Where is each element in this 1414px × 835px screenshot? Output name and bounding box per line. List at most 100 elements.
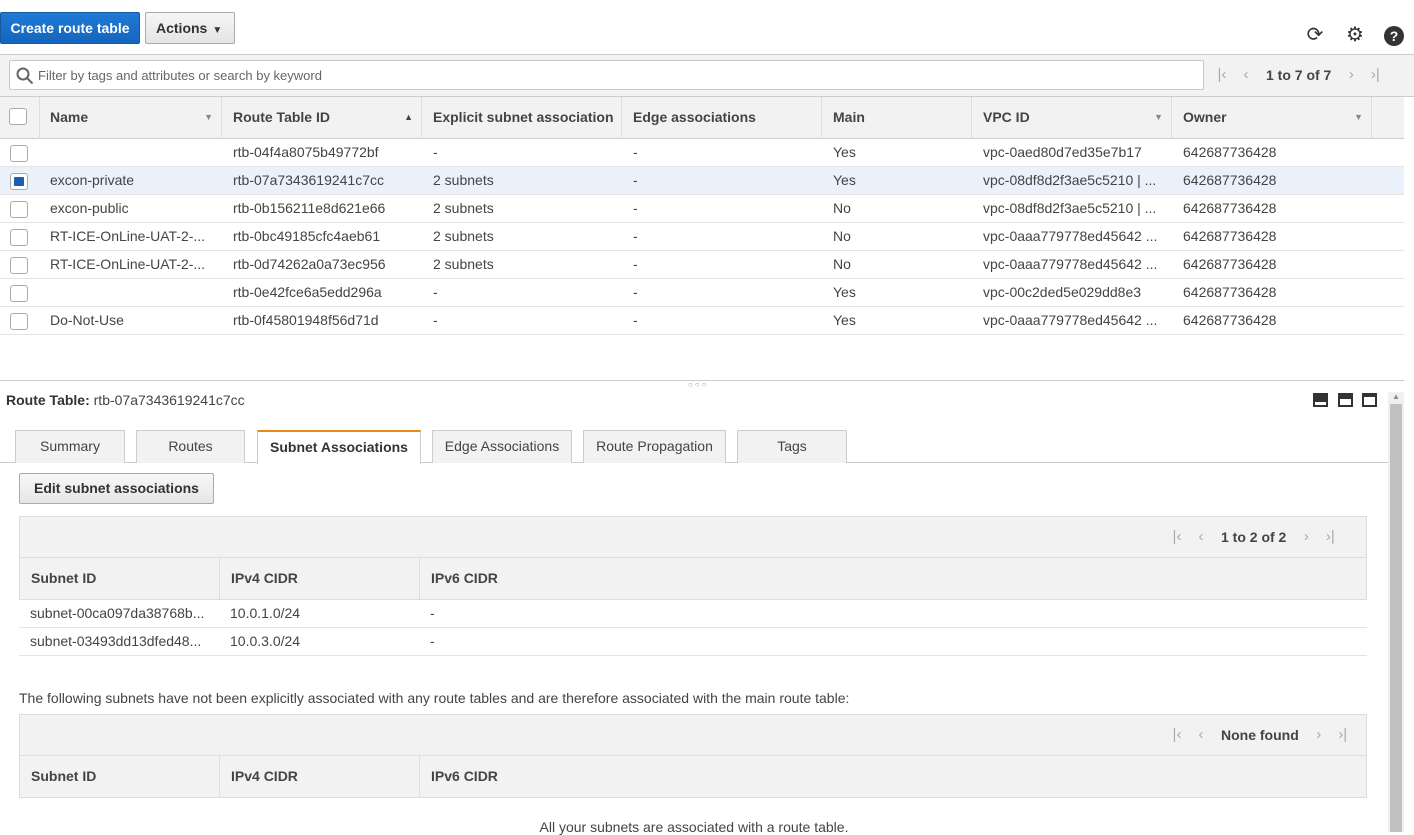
cell-subnets: - xyxy=(433,284,438,300)
panel-half-icon[interactable] xyxy=(1338,393,1353,407)
cell-name: excon-private xyxy=(50,172,135,188)
last-page-icon[interactable]: ›| xyxy=(1363,66,1387,83)
cell-vpc[interactable]: vpc-0aaa779778ed45642 ... xyxy=(973,223,1172,251)
implicit-subnets-table: |‹ ‹ None found › ›| Subnet ID IPv4 CIDR… xyxy=(19,714,1367,798)
cell-vpc[interactable]: vpc-0aaa779778ed45642 ... xyxy=(973,251,1172,279)
edit-subnet-associations-button[interactable]: Edit subnet associations xyxy=(19,473,214,504)
next-page-icon[interactable]: › xyxy=(1339,66,1363,83)
detail-scrollbar[interactable]: ▲ xyxy=(1388,392,1404,832)
drag-handle-icon[interactable]: ○○○ xyxy=(688,380,709,389)
panel-minimize-icon[interactable] xyxy=(1313,393,1328,407)
table-row[interactable]: RT-ICE-OnLine-UAT-2-... rtb-0d74262a0a73e… xyxy=(0,251,1404,279)
search-input[interactable] xyxy=(38,61,1198,89)
row-checkbox[interactable] xyxy=(10,229,28,246)
help-icon[interactable]: ? xyxy=(1384,26,1404,46)
row-checkbox[interactable] xyxy=(10,173,28,190)
pager-text: 1 to 7 of 7 xyxy=(1266,66,1332,83)
col-main[interactable]: Main xyxy=(823,97,972,139)
cell-subnet[interactable]: subnet-00ca097da38768b... xyxy=(19,600,219,628)
cell-subnet[interactable]: subnet-03493dd13dfed48... xyxy=(19,628,219,656)
tab-edge-associations[interactable]: Edge Associations xyxy=(432,430,572,463)
cell-subnets[interactable]: 2 subnets xyxy=(423,167,622,195)
cell-vpc[interactable]: vpc-08df8d2f3ae5c5210 | ... xyxy=(973,195,1172,223)
row-checkbox[interactable] xyxy=(10,257,28,274)
cell-vpc[interactable]: vpc-08df8d2f3ae5c5210 | ... xyxy=(973,167,1172,195)
scroll-thumb[interactable] xyxy=(1390,404,1402,832)
pager-bar: |‹ ‹ None found › ›| xyxy=(19,714,1367,756)
select-all-cell xyxy=(0,97,40,139)
col-ipv6-cidr[interactable]: IPv6 CIDR xyxy=(420,558,620,599)
pager-text: None found xyxy=(1221,726,1299,743)
create-route-table-button[interactable]: Create route table xyxy=(0,12,140,44)
gear-icon[interactable]: ⚙ xyxy=(1344,24,1366,46)
filter-box[interactable] xyxy=(9,60,1204,90)
col-name[interactable]: Name ▼ xyxy=(40,97,222,139)
row-checkbox[interactable] xyxy=(10,145,28,162)
scroll-up-icon[interactable]: ▲ xyxy=(1392,392,1400,401)
main-route-table-note: The following subnets have not been expl… xyxy=(19,690,850,706)
cell-subnets[interactable]: 2 subnets xyxy=(423,195,622,223)
row-checkbox[interactable] xyxy=(10,201,28,218)
row-checkbox[interactable] xyxy=(10,313,28,330)
cell-main: Yes xyxy=(833,284,856,300)
col-route-table-id[interactable]: Route Table ID ▲ xyxy=(223,97,422,139)
tab-route-propagation[interactable]: Route Propagation xyxy=(583,430,726,463)
select-all-checkbox[interactable] xyxy=(9,108,27,125)
col-ipv6-cidr[interactable]: IPv6 CIDR xyxy=(420,756,620,797)
col-edge-associations[interactable]: Edge associations xyxy=(623,97,822,139)
cell-vpc[interactable]: vpc-0aaa779778ed45642 ... xyxy=(973,307,1172,335)
cell-ipv4: 10.0.1.0/24 xyxy=(230,605,301,621)
cell-subnets[interactable]: 2 subnets xyxy=(423,223,622,251)
cell-edge: - xyxy=(633,312,638,328)
prev-page-icon[interactable]: ‹ xyxy=(1234,66,1258,83)
prev-page-icon[interactable]: ‹ xyxy=(1189,726,1213,743)
tab-summary[interactable]: Summary xyxy=(15,430,125,463)
col-ipv4-cidr[interactable]: IPv4 CIDR xyxy=(220,558,420,599)
cell-subnets[interactable]: 2 subnets xyxy=(423,251,622,279)
row-checkbox[interactable] xyxy=(10,285,28,302)
table-row[interactable]: Do-Not-Use rtb-0f45801948f56d71d - - Yes vpc-… xyxy=(0,307,1404,335)
table-row[interactable]: RT-ICE-OnLine-UAT-2-... rtb-0bc49185cfc4a… xyxy=(0,223,1404,251)
first-page-icon[interactable]: |‹ xyxy=(1165,726,1189,743)
cell-name xyxy=(40,279,222,307)
prev-page-icon[interactable]: ‹ xyxy=(1189,528,1213,545)
cell-owner: 642687736428 xyxy=(1183,228,1277,244)
tab-tags[interactable]: Tags xyxy=(737,430,847,463)
col-owner[interactable]: Owner ▼ xyxy=(1173,97,1372,139)
cell-main: Yes xyxy=(833,144,856,160)
first-page-icon[interactable]: |‹ xyxy=(1210,66,1234,83)
col-edge-label: Edge associations xyxy=(633,109,756,125)
cell-name: RT-ICE-OnLine-UAT-2-... xyxy=(50,228,206,244)
cell-vpc[interactable]: vpc-0aed80d7ed35e7b17 xyxy=(973,139,1172,167)
tab-routes[interactable]: Routes xyxy=(136,430,245,463)
cell-vpc[interactable]: vpc-00c2ded5e029dd8e3 xyxy=(973,279,1172,307)
col-ipv4-cidr[interactable]: IPv4 CIDR xyxy=(220,756,420,797)
last-page-icon[interactable]: ›| xyxy=(1318,528,1342,545)
table-row[interactable]: rtb-0e42fce6a5edd296a - - Yes vpc-00c2ded5e0… xyxy=(0,279,1404,307)
chevron-down-icon: ▼ xyxy=(212,25,223,36)
cell-edge: - xyxy=(633,256,638,272)
last-page-icon[interactable]: ›| xyxy=(1331,726,1355,743)
table-row[interactable]: excon-private rtb-07a7343619241c7cc 2 subn… xyxy=(0,167,1404,195)
detail-title-label: Route Table: xyxy=(6,392,90,408)
next-page-icon[interactable]: › xyxy=(1307,726,1331,743)
col-subnet-id[interactable]: Subnet ID xyxy=(20,558,220,599)
col-vpc-id[interactable]: VPC ID ▼ xyxy=(973,97,1172,139)
first-page-icon[interactable]: |‹ xyxy=(1165,528,1189,545)
col-subnet-id[interactable]: Subnet ID xyxy=(20,756,220,797)
pager-text: 1 to 2 of 2 xyxy=(1221,528,1287,545)
sort-icon: ▼ xyxy=(1154,112,1163,122)
table-row[interactable]: rtb-04f4a8075b49772bf - - Yes vpc-0aed80d7ed… xyxy=(0,139,1404,167)
empty-state-text: All your subnets are associated with a r… xyxy=(539,819,849,835)
col-explicit-subnet[interactable]: Explicit subnet association xyxy=(423,97,622,139)
cell-ipv6: - xyxy=(430,633,435,649)
tab-subnet-associations[interactable]: Subnet Associations xyxy=(257,430,421,464)
table-row[interactable]: excon-public rtb-0b156211e8d621e66 2 subne… xyxy=(0,195,1404,223)
cell-id: rtb-0bc49185cfc4aeb61 xyxy=(233,228,381,244)
panel-maximize-icon[interactable] xyxy=(1362,393,1377,407)
sort-icon: ▼ xyxy=(204,112,213,122)
detail-title: Route Table: rtb-07a7343619241c7cc xyxy=(6,392,245,408)
refresh-icon[interactable]: ⟳ xyxy=(1304,24,1326,46)
actions-button[interactable]: Actions ▼ xyxy=(145,12,235,44)
next-page-icon[interactable]: › xyxy=(1294,528,1318,545)
